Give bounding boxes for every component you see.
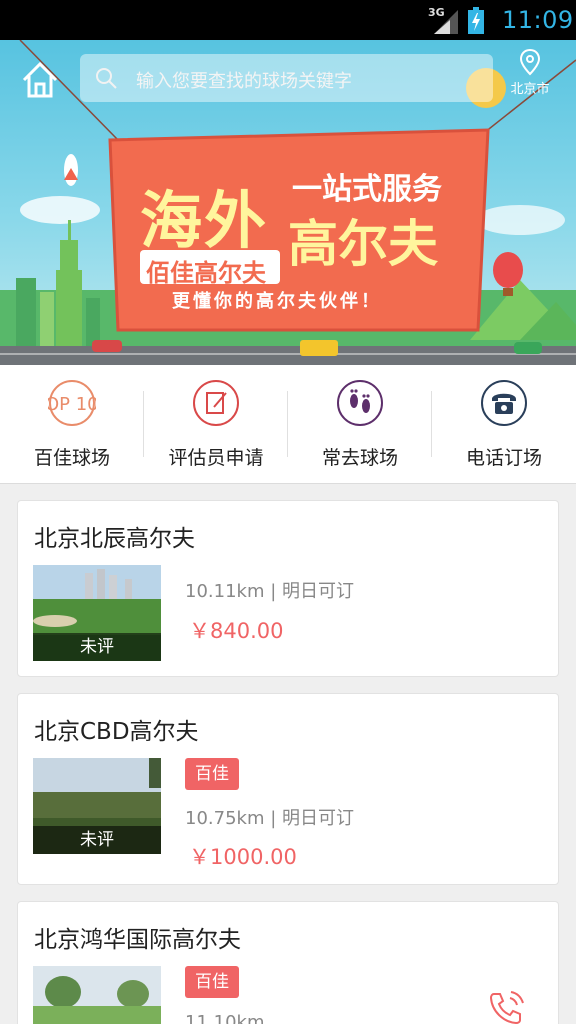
search-icon xyxy=(96,68,117,89)
quick-entry-top100[interactable]: TOP 100 百佳球场 xyxy=(0,365,144,484)
phone-call-icon[interactable] xyxy=(486,988,526,1024)
telephone-icon xyxy=(481,380,527,426)
course-card[interactable]: 北京北辰高尔夫 未评 10.11km | 明日可订 ￥840.00 xyxy=(17,500,559,677)
course-thumbnail: 未评 xyxy=(33,565,161,661)
banner-slogan: 更懂你的高尔夫伙伴！ xyxy=(172,291,382,312)
banner-headline-left: 海外 xyxy=(140,184,269,257)
top100-tag: 百佳 xyxy=(185,966,239,998)
course-distance: 11.10km xyxy=(185,1012,265,1024)
status-bar: 3G 11:09 xyxy=(0,0,576,40)
clock: 11:09 xyxy=(502,6,574,34)
course-name: 北京鸿华国际高尔夫 xyxy=(34,927,241,953)
location-pin-icon xyxy=(519,48,541,76)
rating-label: 未评 xyxy=(33,826,161,854)
quick-entry-assessor-apply[interactable]: 评估员申请 xyxy=(144,365,288,484)
footprints-icon xyxy=(337,380,383,426)
quick-entry-label: 百佳球场 xyxy=(33,447,110,469)
course-price: ￥1000.00 xyxy=(189,845,297,869)
top100-tag: 百佳 xyxy=(185,758,239,790)
current-city: 北京市 xyxy=(510,82,550,97)
course-name: 北京CBD高尔夫 xyxy=(34,719,199,745)
course-thumbnail xyxy=(33,966,161,1024)
quick-entry-label: 评估员申请 xyxy=(168,447,264,469)
top100-icon: TOP 100 xyxy=(48,380,96,426)
quick-entry-label: 电话订场 xyxy=(465,447,542,469)
home-button[interactable] xyxy=(18,58,62,102)
course-card[interactable]: 北京CBD高尔夫 未评 百佳 10.75km | 明日可订 ￥1000.00 xyxy=(17,693,559,885)
banner-headline-right-top: 一站式服务 xyxy=(292,172,442,207)
course-price: ￥840.00 xyxy=(189,619,284,643)
course-name: 北京北辰高尔夫 xyxy=(34,526,195,552)
quick-entry-bar: TOP 100 百佳球场 评估员申请 常去球场 xyxy=(0,365,576,484)
search-placeholder: 输入您要查找的球场关键字 xyxy=(136,71,352,92)
quick-entry-label: 常去球场 xyxy=(321,447,398,469)
svg-text:TOP 100: TOP 100 xyxy=(48,394,96,415)
rating-label: 未评 xyxy=(33,633,161,661)
battery-icon xyxy=(468,7,484,34)
promo-banner[interactable]: 输入您要查找的球场关键字 北京市 海外 一站式服务 高尔夫 佰佳高尔夫 更懂你的… xyxy=(0,40,576,365)
quick-entry-frequent-courses[interactable]: 常去球场 xyxy=(288,365,432,484)
edit-document-icon xyxy=(193,380,239,426)
signal-icon xyxy=(434,10,458,34)
banner-brand: 佰佳高尔夫 xyxy=(146,259,266,287)
course-distance: 10.75km | 明日可订 xyxy=(185,808,354,829)
location-selector[interactable]: 北京市 xyxy=(506,48,554,97)
course-card[interactable]: 北京鸿华国际高尔夫 百佳 11.10km xyxy=(17,901,559,1024)
banner-headline-right-bottom: 高尔夫 xyxy=(288,215,438,273)
search-bar[interactable]: 输入您要查找的球场关键字 xyxy=(80,54,493,102)
home-icon xyxy=(22,61,58,98)
course-thumbnail: 未评 xyxy=(33,758,161,854)
course-distance: 10.11km | 明日可订 xyxy=(185,581,354,602)
quick-entry-phone-booking[interactable]: 电话订场 xyxy=(432,365,576,484)
